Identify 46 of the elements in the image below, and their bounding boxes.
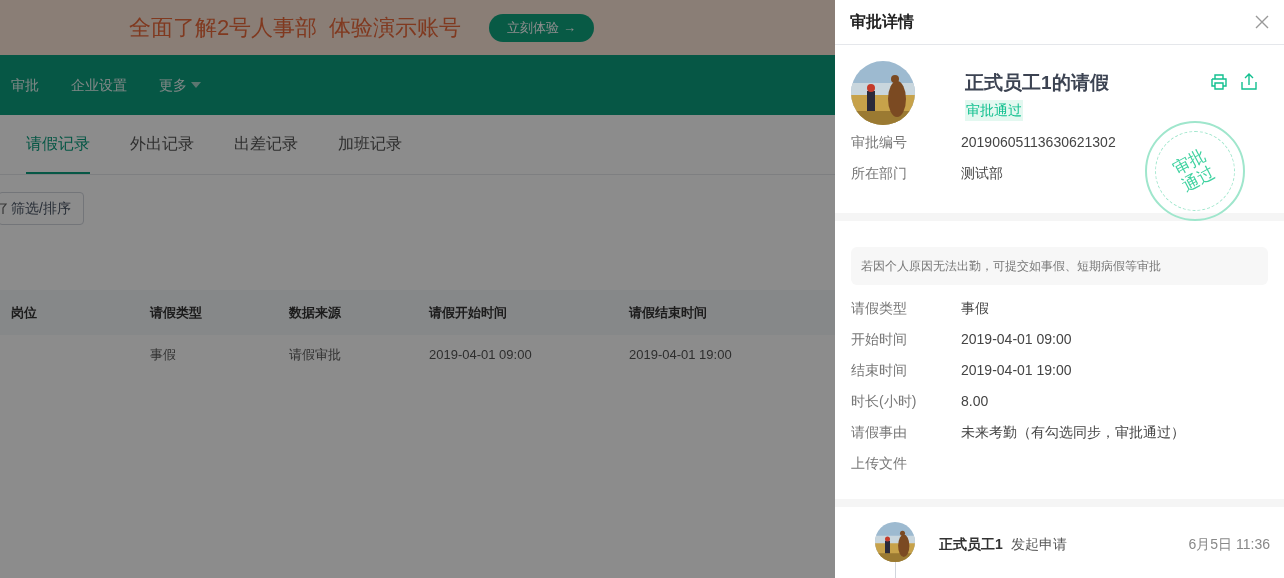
applicant-name: 正式员工1 [939,535,1003,554]
field-value: 8.00 [961,392,989,411]
request-title: 正式员工1的请假 [965,71,1109,95]
field-label: 所在部门 [851,163,908,183]
field-value: 20190605113630621302 [961,132,1116,152]
field-label: 请假类型 [851,299,908,318]
print-icon[interactable] [1210,73,1228,91]
nav-item[interactable]: 企业设置 [71,74,127,96]
tab[interactable]: 请假记录 [26,115,90,174]
field-value: 未来考勤（有勾选同步，审批通过） [961,423,1185,442]
timeline-time: 6月5日 11:36 [1188,535,1270,554]
tab[interactable]: 外出记录 [130,115,194,174]
field-value: 事假 [961,299,989,318]
field-label: 时长(小时) [851,392,918,411]
table-cell: 2019-04-01 09:00 [429,347,532,362]
field-value: 2019-04-01 19:00 [961,361,1072,380]
field-label: 审批编号 [851,132,908,152]
field-value: 测试部 [961,163,1003,183]
filter-button[interactable]: 筛选/排序 [0,192,84,225]
caret-icon [191,82,201,88]
notice-text: 若因个人原因无法出勤，可提交如事假、短期病假等审批 [851,247,1268,285]
field-label: 结束时间 [851,361,908,380]
table-cell: 2019-04-01 19:00 [629,347,732,362]
try-button[interactable]: 立刻体验 → [489,13,595,42]
nav-item[interactable]: 审批 [11,74,39,96]
column-header: 请假类型 [148,303,203,322]
field-value: 2019-04-01 09:00 [961,330,1072,349]
timeline-action: 发起申请 [1010,535,1067,554]
filter-icon [0,202,7,215]
column-header: 请假开始时间 [427,303,508,322]
table-cell: 事假 [150,347,176,362]
column-header: 数据来源 [288,303,342,322]
field-label: 请假事由 [851,423,908,442]
close-icon[interactable] [1255,15,1269,29]
banner-text: 全面了解2号人事部 体验演示账号 [129,14,462,42]
status-tag: 审批通过 [965,99,1023,121]
column-header: 岗位 [10,303,38,322]
table-cell: 请假审批 [289,347,341,362]
share-icon[interactable] [1240,73,1258,91]
field-label: 开始时间 [851,330,908,349]
tab[interactable]: 加班记录 [338,115,402,174]
nav-item[interactable]: 更多 [159,74,201,96]
field-label: 上传文件 [851,454,908,473]
tab[interactable]: 出差记录 [234,115,298,174]
drawer-title: 审批详情 [850,12,914,32]
column-header: 请假结束时间 [627,303,708,322]
